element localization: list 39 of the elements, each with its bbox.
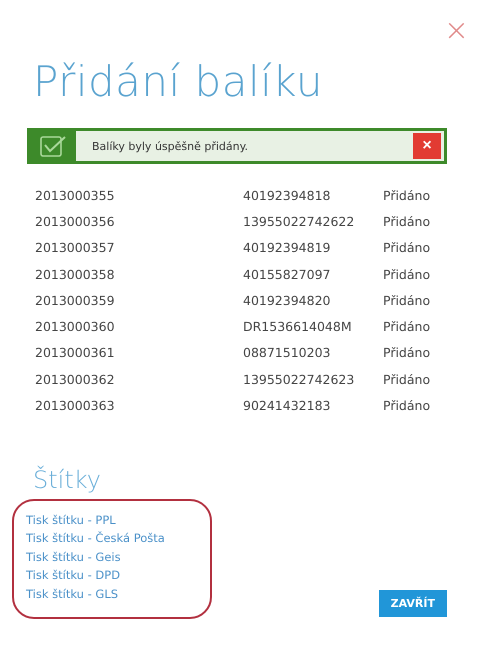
- status-text: Přidáno: [383, 319, 430, 334]
- dialog-title: Přidání balíku: [33, 56, 324, 108]
- print-label-link[interactable]: Tisk štítku - PPL: [26, 510, 198, 530]
- package-id: 2013000359: [35, 292, 116, 308]
- print-label-link[interactable]: Tisk štítku - GLS: [26, 584, 198, 604]
- package-id: 2013000360: [35, 319, 116, 334]
- tracking-number: 13955022742622: [243, 214, 356, 229]
- tracking-number: 08871510203: [243, 345, 332, 360]
- alert-message: Balíky byly úspěšně přidány.: [91, 140, 250, 152]
- status-text: Přidáno: [383, 188, 430, 203]
- close-button[interactable]: ×: [444, 16, 469, 46]
- tracking-number: 40155827097: [243, 266, 332, 282]
- tracking-number: 40192394819: [243, 240, 332, 256]
- close-dialog-button[interactable]: ZAVŘÍT: [378, 590, 447, 618]
- package-id: 2013000358: [35, 266, 116, 282]
- status-text: Přidáno: [383, 372, 430, 387]
- dismiss-button[interactable]: ×: [413, 133, 441, 159]
- print-label-link[interactable]: Tisk štítku - Geis: [26, 548, 198, 566]
- status-text: Přidáno: [383, 240, 430, 256]
- section-heading: Štítky: [33, 464, 102, 495]
- tracking-number: DR1536614048M: [243, 319, 353, 334]
- tracking-number: 90241432183: [243, 398, 332, 414]
- status-text: Přidáno: [383, 214, 430, 229]
- status-text: Přidáno: [383, 345, 430, 360]
- tracking-number: 40192394818: [243, 188, 332, 203]
- package-id: 2013000356: [35, 214, 116, 229]
- package-id: 2013000355: [35, 188, 116, 203]
- tracking-number: 40192394820: [243, 292, 332, 308]
- package-id: 2013000361: [35, 345, 116, 360]
- status-text: Přidáno: [383, 266, 430, 282]
- package-id: 2013000357: [35, 240, 116, 256]
- status-text: Přidáno: [383, 398, 430, 414]
- status-text: Přidáno: [383, 292, 430, 308]
- print-label-link[interactable]: Tisk štítku - Česká Pošta: [26, 529, 198, 548]
- tracking-number: 13955022742623: [243, 372, 356, 387]
- print-label-link[interactable]: Tisk štítku - DPD: [26, 566, 198, 585]
- package-id: 2013000362: [35, 372, 116, 387]
- package-id: 2013000363: [35, 398, 116, 414]
- check-icon: [39, 134, 67, 158]
